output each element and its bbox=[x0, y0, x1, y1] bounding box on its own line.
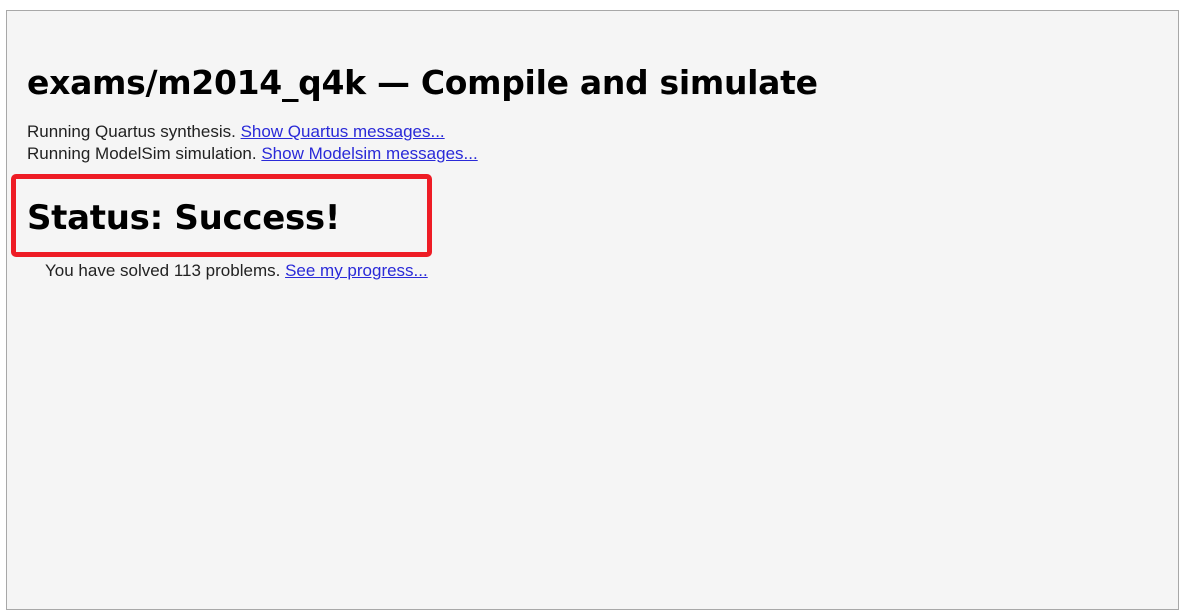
show-modelsim-messages-link[interactable]: Show Modelsim messages... bbox=[261, 144, 477, 163]
modelsim-status-text: Running ModelSim simulation. bbox=[27, 144, 262, 163]
see-my-progress-link[interactable]: See my progress... bbox=[285, 261, 428, 280]
modelsim-log-line: Running ModelSim simulation. Show Models… bbox=[27, 144, 478, 164]
show-quartus-messages-link[interactable]: Show Quartus messages... bbox=[241, 122, 445, 141]
status-heading: Status: Success! bbox=[27, 198, 341, 238]
quartus-status-text: Running Quartus synthesis. bbox=[27, 122, 241, 141]
quartus-log-line: Running Quartus synthesis. Show Quartus … bbox=[27, 122, 445, 142]
browser-content-frame: exams/m2014_q4k — Compile and simulate R… bbox=[6, 10, 1179, 610]
solved-count-line: You have solved 113 problems. See my pro… bbox=[45, 261, 428, 281]
solved-count-text: You have solved 113 problems. bbox=[45, 261, 286, 280]
page-title: exams/m2014_q4k — Compile and simulate bbox=[27, 63, 818, 102]
